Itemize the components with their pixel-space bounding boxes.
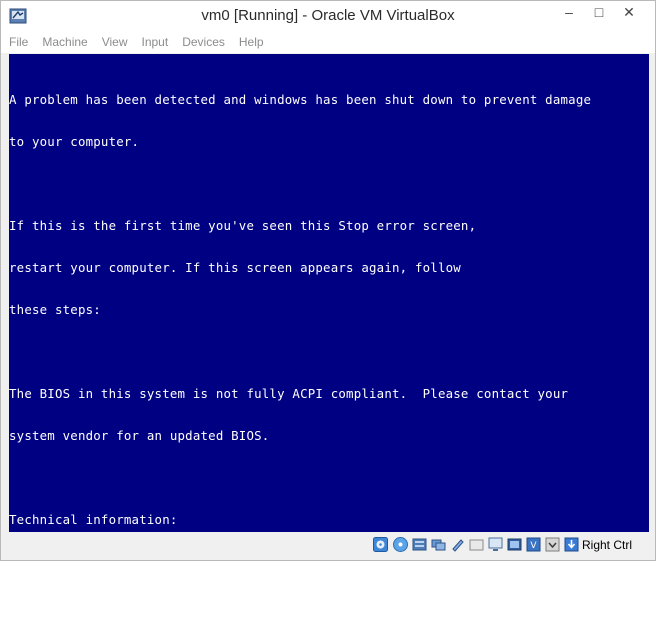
close-icon: ✕ [623,3,635,20]
maximize-button[interactable]: □ [584,1,614,23]
mouse-integration-icon[interactable] [564,537,579,552]
audio-icon[interactable] [412,537,427,552]
menu-input[interactable]: Input [135,32,176,53]
error-line [9,177,591,191]
virtualization-icon[interactable] [545,537,560,552]
error-line [9,471,591,485]
host-key-label[interactable]: Right Ctrl [582,538,632,552]
title-bar[interactable]: vm0 [Running] - Oracle VM VirtualBox – □… [1,1,655,32]
svg-text:V: V [530,541,537,551]
error-line: restart your computer. If this screen ap… [9,260,461,275]
error-line [9,345,591,359]
display-icon[interactable] [488,537,503,552]
guest-display[interactable]: A problem has been detected and windows … [9,54,649,611]
error-line: system vendor for an updated BIOS. [9,428,270,443]
maximize-icon: □ [594,4,604,20]
minimize-icon: – [565,4,573,20]
status-bar: V Right Ctrl [1,532,655,560]
menu-devices[interactable]: Devices [175,32,232,53]
usb-icon[interactable] [450,537,465,552]
network-icon[interactable] [431,537,446,552]
error-line: to your computer. [9,134,140,149]
stop-code-line: *** STOP: 0x000000A5 (0x00000011,0x00000… [9,596,515,611]
shared-folders-icon[interactable] [469,537,484,552]
error-line: Technical information: [9,512,178,527]
minimize-button[interactable]: – [554,1,584,23]
close-button[interactable]: ✕ [614,1,644,23]
menu-file[interactable]: File [1,32,35,53]
hard-disk-icon[interactable] [373,537,388,552]
menu-bar: File Machine View Input Devices Help [1,32,655,53]
menu-view[interactable]: View [95,32,135,53]
video-capture-icon[interactable] [507,537,522,552]
error-line: The BIOS in this system is not fully ACP… [9,386,569,401]
error-line: If this is the first time you've seen th… [9,218,477,233]
error-line: these steps: [9,302,101,317]
virtualbox-window: vm0 [Running] - Oracle VM VirtualBox – □… [0,0,656,611]
menu-help[interactable]: Help [232,32,271,53]
error-line: A problem has been detected and windows … [9,92,592,107]
menu-machine[interactable]: Machine [35,32,94,53]
cpu-icon[interactable]: V [526,537,541,552]
optical-drive-icon[interactable] [393,537,408,552]
